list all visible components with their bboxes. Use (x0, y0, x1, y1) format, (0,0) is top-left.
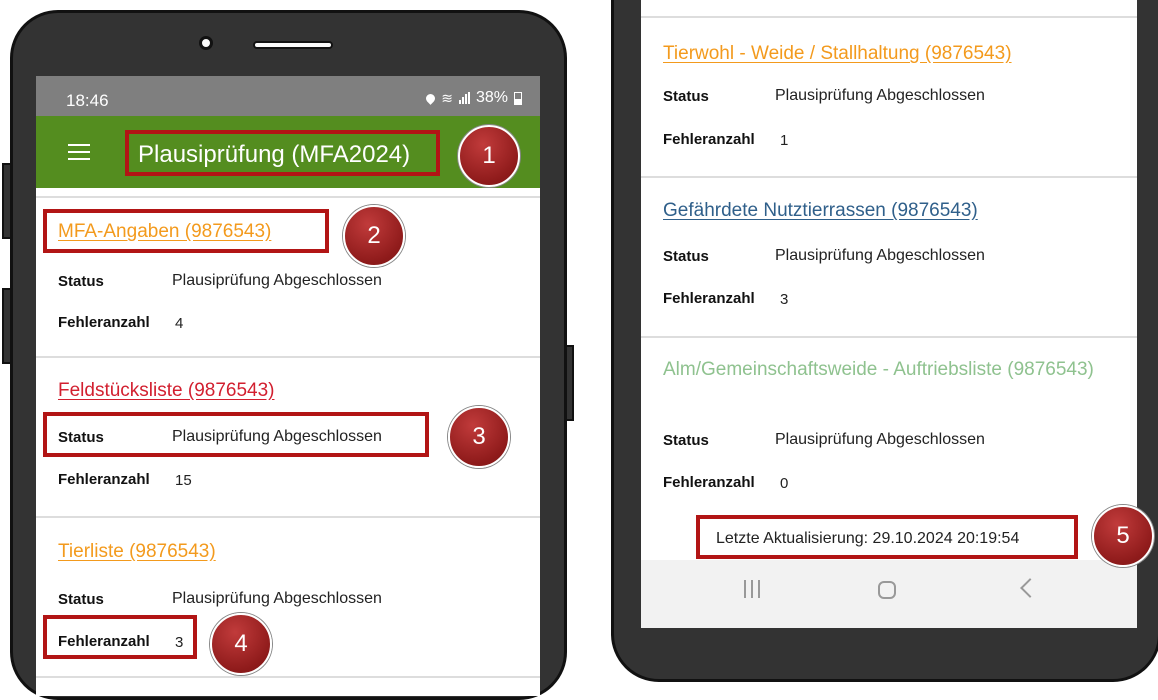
status-label: Status (663, 432, 709, 449)
error-count-value: 3 (780, 291, 789, 308)
card-title-link[interactable]: Tierliste (9876543) (58, 541, 216, 563)
status-time: 18:46 (66, 91, 109, 110)
callout-badge-3: 3 (448, 406, 510, 468)
card-title: Alm/Gemeinschaftsweide - Auftriebsliste … (663, 359, 1094, 380)
status-value: Plausiprüfung Abgeschlossen (172, 272, 382, 289)
battery-percent: 38% (475, 89, 508, 106)
front-camera-icon (199, 36, 213, 50)
wifi-icon: ≋ (441, 89, 453, 106)
earpiece-speaker (253, 41, 333, 49)
error-count-label: Fehleranzahl (663, 474, 755, 491)
home-icon[interactable] (878, 581, 896, 599)
error-count-label: Fehleranzahl (663, 290, 755, 307)
back-icon[interactable] (1020, 578, 1040, 598)
list-divider (641, 176, 1137, 178)
recent-apps-icon[interactable] (744, 580, 760, 600)
battery-icon (514, 91, 522, 105)
error-count-value: 1 (780, 132, 789, 149)
hamburger-menu-icon[interactable] (68, 144, 90, 162)
status-icons: ≋ 38% (424, 89, 522, 107)
android-nav-bar (641, 560, 1137, 628)
status-value: Plausiprüfung Abgeschlossen (172, 590, 382, 607)
card-title-link[interactable]: Tierwohl - Weide / Stallhaltung (9876543… (663, 43, 1012, 65)
status-label: Status (58, 273, 104, 290)
callout-badge-5: 5 (1092, 505, 1154, 567)
highlight-box-card-title (43, 209, 329, 253)
status-label: Status (58, 591, 104, 608)
error-count-label: Fehleranzahl (58, 314, 150, 331)
status-bar: 18:46 ≋ 38% (36, 76, 540, 116)
status-label: Status (663, 88, 709, 105)
callout-badge-4: 4 (210, 613, 272, 675)
status-label: Status (663, 248, 709, 265)
highlight-box-last-updated (696, 515, 1078, 559)
card-title-link[interactable]: Gefährdete Nutztierrassen (9876543) (663, 200, 978, 222)
status-value: Plausiprüfung Abgeschlossen (775, 431, 985, 448)
error-count-value: 4 (175, 315, 184, 332)
highlight-box-error-count (43, 615, 197, 659)
list-divider (641, 16, 1137, 18)
signal-icon (458, 92, 470, 104)
error-count-value: 15 (175, 472, 192, 489)
status-value: Plausiprüfung Abgeschlossen (775, 87, 985, 104)
list-divider (641, 336, 1137, 338)
highlight-box-title (125, 130, 440, 176)
location-icon (424, 91, 438, 105)
error-count-label: Fehleranzahl (663, 131, 755, 148)
callout-badge-1: 1 (458, 125, 520, 187)
callout-badge-2: 2 (343, 205, 405, 267)
error-count-value: 0 (780, 475, 789, 492)
status-value: Plausiprüfung Abgeschlossen (775, 247, 985, 264)
card-title-link[interactable]: Feldstücksliste (9876543) (58, 380, 275, 402)
error-count-label: Fehleranzahl (58, 471, 150, 488)
highlight-box-status (43, 412, 429, 457)
